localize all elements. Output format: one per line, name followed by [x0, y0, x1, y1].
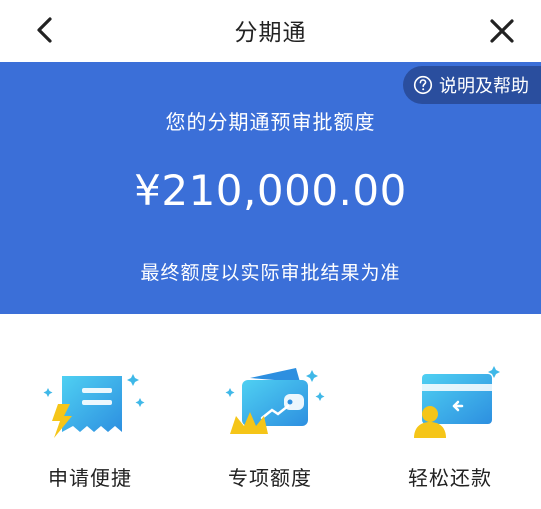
feature-label: 申请便捷: [48, 466, 132, 490]
feature-label: 专项额度: [228, 466, 312, 490]
feature-list: 申请便捷 专项额度 轻松还款: [0, 314, 541, 509]
quota-title: 您的分期通预审批额度: [165, 110, 376, 134]
feature-item-easy-apply: 申请便捷: [0, 314, 180, 509]
feature-item-special-quota: 专项额度: [180, 314, 360, 509]
wallet-crown-icon: [225, 368, 325, 434]
card-user-icon: [414, 366, 500, 438]
top-nav-bar: 分期通: [0, 0, 541, 62]
quota-amount: ¥210,000.00: [134, 166, 407, 215]
feature-item-easy-repay: 轻松还款: [360, 314, 540, 509]
quota-note: 最终额度以实际审批结果为准: [140, 262, 401, 284]
help-label: 说明及帮助: [439, 76, 529, 97]
quota-banner: 说明及帮助 您的分期通预审批额度 ¥210,000.00 最终额度以实际审批结果…: [0, 62, 541, 314]
help-button[interactable]: 说明及帮助: [403, 66, 541, 104]
close-icon[interactable]: [485, 14, 519, 48]
receipt-lightning-icon: [43, 374, 145, 438]
question-circle-icon: [413, 75, 433, 95]
feature-label: 轻松还款: [408, 466, 492, 490]
page-title: 分期通: [234, 20, 307, 46]
